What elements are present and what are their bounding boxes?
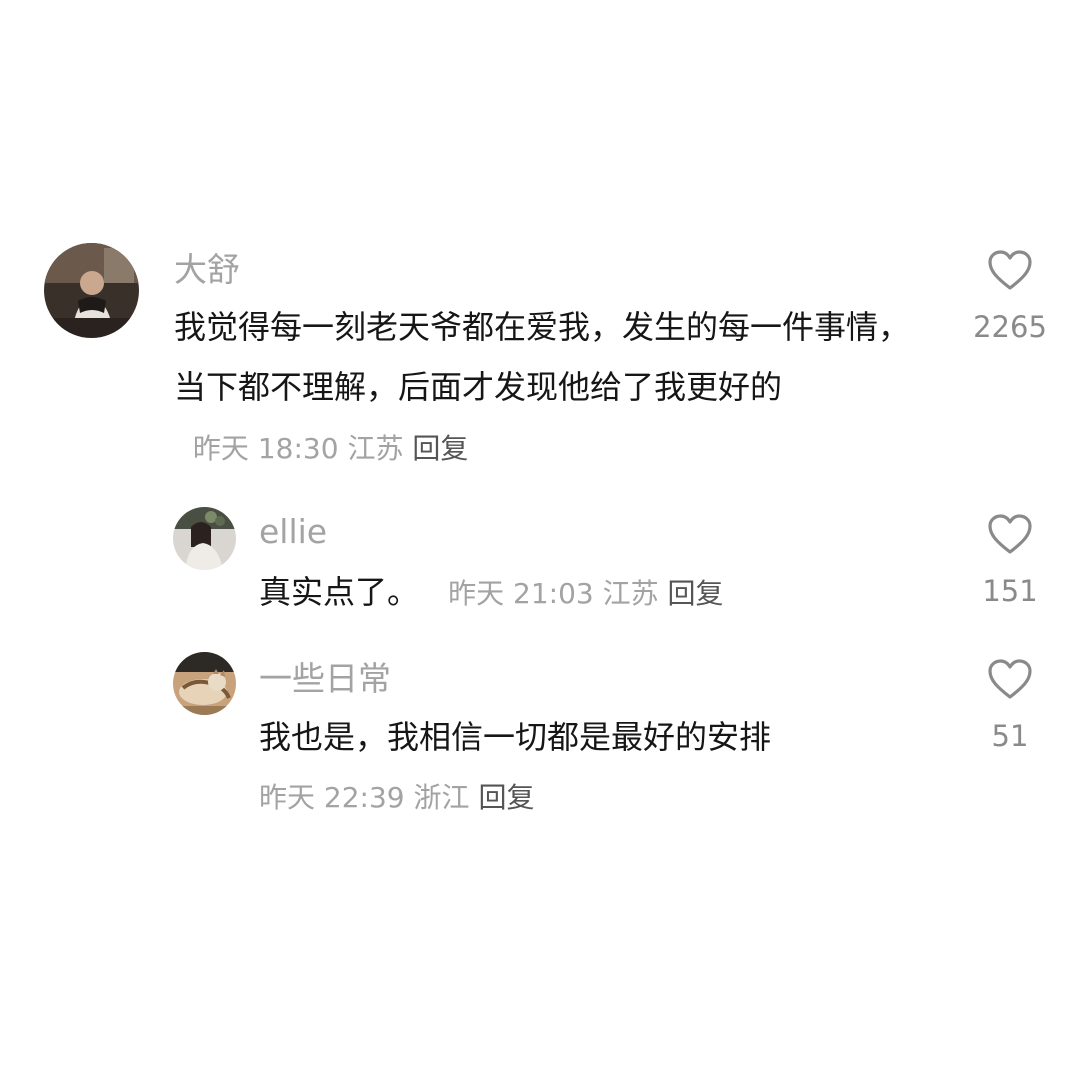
- avatar-photo: [44, 243, 139, 338]
- like-count: 151: [982, 574, 1038, 608]
- avatar[interactable]: [173, 507, 236, 570]
- comment-body: 真实点了。 昨天 21:03 江苏 回复: [259, 562, 959, 624]
- comment-username[interactable]: 一些日常: [259, 659, 391, 699]
- avatar[interactable]: [44, 243, 139, 338]
- heart-outline-icon[interactable]: [987, 513, 1033, 555]
- avatar-photo: [173, 507, 236, 570]
- reply-button[interactable]: 回复: [412, 432, 468, 465]
- comment-location: 江苏: [347, 432, 404, 465]
- comment-time: 18:30: [257, 432, 339, 465]
- comment-date: 昨天: [259, 781, 316, 814]
- like-count: 2265: [973, 310, 1047, 344]
- like-count: 51: [991, 719, 1029, 753]
- comment-time: 21:03: [513, 577, 594, 610]
- comment-date: 昨天: [192, 432, 249, 465]
- comment-username[interactable]: 大舒: [174, 250, 240, 290]
- comment-text: 真实点了。: [259, 573, 420, 611]
- comment-meta: 昨天 21:03 江苏 回复: [429, 577, 723, 610]
- comment-location: 浙江: [413, 781, 470, 814]
- comment-date: 昨天: [448, 577, 505, 610]
- reply-button[interactable]: 回复: [478, 781, 534, 814]
- reply-button[interactable]: 回复: [668, 577, 724, 610]
- comment-text: 我觉得每一刻老天爷都在爱我，发生的每一件事情，当下都不理解，后面才发现他给了我更…: [174, 308, 911, 406]
- heart-outline-icon[interactable]: [987, 249, 1033, 291]
- comment-text: 我也是，我相信一切都是最好的安排: [259, 718, 772, 756]
- avatar-photo: [173, 652, 236, 715]
- comment-meta: 昨天 18:30 江苏 回复: [174, 432, 468, 465]
- comment-meta: 昨天 22:39 浙江 回复: [259, 780, 534, 816]
- comment-body: 我觉得每一刻老天爷都在爱我，发生的每一件事情，当下都不理解，后面才发现他给了我更…: [174, 297, 934, 479]
- avatar[interactable]: [173, 652, 236, 715]
- comment-time: 22:39: [323, 781, 405, 814]
- comment-location: 江苏: [602, 577, 659, 610]
- comment-username[interactable]: ellie: [259, 512, 327, 552]
- heart-outline-icon[interactable]: [987, 658, 1033, 700]
